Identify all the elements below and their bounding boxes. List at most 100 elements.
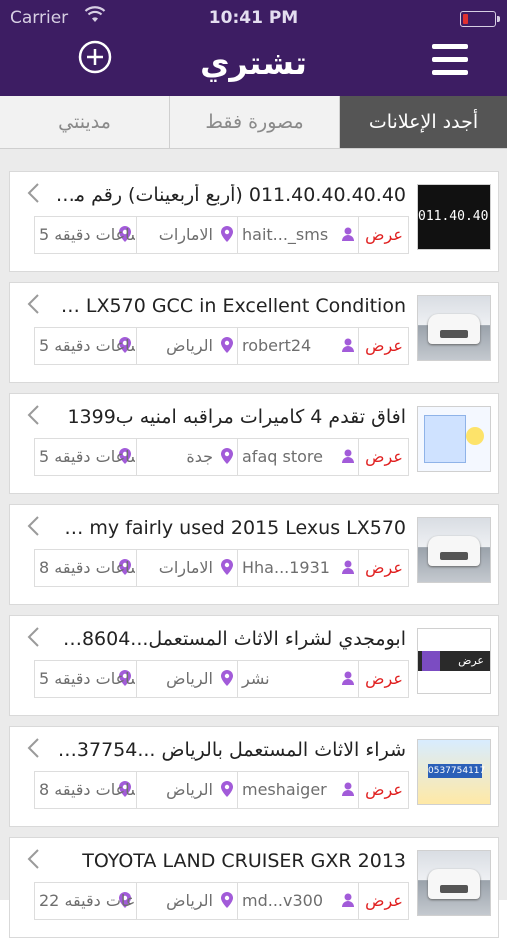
listing-user: robert24 bbox=[242, 336, 312, 355]
listing-city: الامارات bbox=[158, 225, 213, 244]
listing-time: 8 ساعات دقيقه bbox=[39, 780, 135, 799]
listing-time: 5 ساعات دقيقه bbox=[39, 336, 135, 355]
status-bar: Carrier 10:41 PM bbox=[0, 0, 507, 36]
user-icon bbox=[342, 893, 354, 907]
listing-meta: 22 ساعات دقيقه الرياض md...v300 عرض bbox=[34, 882, 409, 920]
listing-city: الرياض bbox=[166, 336, 213, 355]
offer-badge: عرض bbox=[358, 883, 409, 919]
offer-badge: عرض bbox=[358, 550, 409, 586]
listings-list[interactable]: 011.40.40.40.40 (أربع أربعينات) رقم مميز… bbox=[0, 149, 507, 938]
listing-card[interactable]: 011.40.40.40.40 (أربع أربعينات) رقم مميز… bbox=[9, 171, 499, 272]
tab-photos-only[interactable]: مصورة فقط bbox=[170, 96, 340, 148]
listing-time: 5 ساعات دقيقه bbox=[39, 447, 135, 466]
tab-newest-ads[interactable]: أجدد الإعلانات bbox=[340, 96, 507, 148]
listing-meta: 8 ساعات دقيقه الامارات Hha...1931 عرض bbox=[34, 549, 409, 587]
listing-thumbnail bbox=[417, 517, 491, 583]
cart-icon bbox=[422, 651, 440, 671]
battery-icon bbox=[460, 11, 500, 27]
listing-thumbnail bbox=[417, 850, 491, 916]
listing-user: نشر bbox=[242, 669, 270, 688]
location-pin-icon bbox=[221, 559, 233, 575]
user-icon bbox=[342, 782, 354, 796]
city-cell: الامارات bbox=[136, 550, 237, 586]
time-cell: 5 ساعات دقيقه bbox=[35, 439, 135, 475]
time-cell: 5 ساعات دقيقه bbox=[35, 328, 135, 364]
time-cell: 8 ساعات دقيقه bbox=[35, 772, 135, 808]
city-cell: الرياض bbox=[136, 772, 237, 808]
user-icon bbox=[342, 227, 354, 241]
listing-user: Hha...1931 bbox=[242, 558, 330, 577]
listing-thumbnail: عرض bbox=[417, 628, 491, 694]
listing-title: شراء الاثاث المستعمل بالرياض ...0537754 bbox=[54, 739, 406, 761]
listing-card[interactable]: شراء الاثاث المستعمل بالرياض ...0537754 … bbox=[9, 726, 499, 827]
user-cell: hait..._sms bbox=[237, 217, 358, 253]
listing-meta: 5 ساعات دقيقه الرياض robert24 عرض bbox=[34, 327, 409, 365]
offer-badge: عرض bbox=[358, 328, 409, 364]
offer-badge: عرض bbox=[358, 217, 409, 253]
listing-meta: 5 ساعات دقيقه جدة afaq store عرض bbox=[34, 438, 409, 476]
time-cell: 22 ساعات دقيقه bbox=[35, 883, 135, 919]
location-pin-icon bbox=[221, 892, 233, 908]
offer-badge: عرض bbox=[358, 772, 409, 808]
listing-time: 5 ساعات دقيقه bbox=[39, 669, 135, 688]
time-cell: 5 ساعات دقيقه bbox=[35, 661, 135, 697]
chevron-left-icon bbox=[27, 294, 39, 314]
listing-user: afaq store bbox=[242, 447, 323, 466]
user-cell: نشر bbox=[237, 661, 358, 697]
listing-thumbnail bbox=[417, 295, 491, 361]
listing-time: 8 ساعات دقيقه bbox=[39, 558, 135, 577]
chevron-left-icon bbox=[27, 516, 39, 536]
listing-thumbnail: 011.40.40.40.40 bbox=[417, 184, 491, 250]
listing-time: 22 ساعات دقيقه bbox=[39, 891, 135, 910]
listing-meta: 5 ساعات دقيقه الامارات hait..._sms عرض bbox=[34, 216, 409, 254]
listing-city: جدة bbox=[186, 447, 213, 466]
listing-card[interactable]: ابومجدي لشراء الاثاث المستعمل...0538604 … bbox=[9, 615, 499, 716]
listing-card[interactable]: افاق تقدم 4 كاميرات مراقبه امنيه ب1399 5… bbox=[9, 393, 499, 494]
listing-thumbnail: 0537754117 bbox=[417, 739, 491, 805]
chevron-left-icon bbox=[27, 849, 39, 869]
city-cell: الرياض bbox=[136, 661, 237, 697]
location-pin-icon bbox=[221, 337, 233, 353]
listing-title: selling my fairly used 2015 Lexus LX570 bbox=[54, 517, 406, 539]
thumbnail-text: 0537754117 bbox=[428, 764, 486, 778]
location-pin-icon bbox=[221, 448, 233, 464]
listing-thumbnail bbox=[417, 406, 491, 472]
user-icon bbox=[342, 560, 354, 574]
filter-tabs: مدينتي مصورة فقط أجدد الإعلانات bbox=[0, 96, 507, 149]
offer-badge: عرض bbox=[358, 661, 409, 697]
thumbnail-text: 011.40.40.40.40 bbox=[418, 209, 490, 224]
user-cell: meshaiger bbox=[237, 772, 358, 808]
chevron-left-icon bbox=[27, 738, 39, 758]
listing-user: meshaiger bbox=[242, 780, 327, 799]
location-pin-icon bbox=[221, 781, 233, 797]
listing-card[interactable]: selling my fairly used 2015 Lexus LX570 … bbox=[9, 504, 499, 605]
listing-city: الرياض bbox=[166, 669, 213, 688]
listing-title: افاق تقدم 4 كاميرات مراقبه امنيه ب1399 bbox=[67, 406, 406, 428]
listing-user: hait..._sms bbox=[242, 225, 329, 244]
listing-meta: 8 ساعات دقيقه الرياض meshaiger عرض bbox=[34, 771, 409, 809]
tab-my-city[interactable]: مدينتي bbox=[0, 96, 170, 148]
listing-time: 5 ساعات دقيقه bbox=[39, 225, 135, 244]
listing-title: 2013 TOYOTA LAND CRUISER GXR bbox=[82, 850, 406, 872]
user-icon bbox=[342, 449, 354, 463]
location-pin-icon bbox=[221, 226, 233, 242]
user-cell: robert24 bbox=[237, 328, 358, 364]
offer-badge: عرض bbox=[358, 439, 409, 475]
city-cell: جدة bbox=[136, 439, 237, 475]
location-pin-icon bbox=[221, 670, 233, 686]
listing-city: الرياض bbox=[166, 891, 213, 910]
hamburger-menu-button[interactable] bbox=[432, 44, 468, 76]
time-cell: 8 ساعات دقيقه bbox=[35, 550, 135, 586]
listing-title: ابومجدي لشراء الاثاث المستعمل...0538604 bbox=[54, 628, 406, 650]
chevron-left-icon bbox=[27, 627, 39, 647]
user-cell: Hha...1931 bbox=[237, 550, 358, 586]
user-icon bbox=[342, 338, 354, 352]
city-cell: الرياض bbox=[136, 883, 237, 919]
time-cell: 5 ساعات دقيقه bbox=[35, 217, 135, 253]
listing-card[interactable]: My Car 2014 Lexus LX570 GCC in Excellent… bbox=[9, 282, 499, 383]
user-icon bbox=[342, 671, 354, 685]
app-title: تشتري bbox=[200, 44, 307, 82]
listing-city: الامارات bbox=[158, 558, 213, 577]
top-bar: Carrier 10:41 PM تشتري bbox=[0, 0, 507, 96]
listing-card[interactable]: 2013 TOYOTA LAND CRUISER GXR 22 ساعات دق… bbox=[9, 837, 499, 938]
